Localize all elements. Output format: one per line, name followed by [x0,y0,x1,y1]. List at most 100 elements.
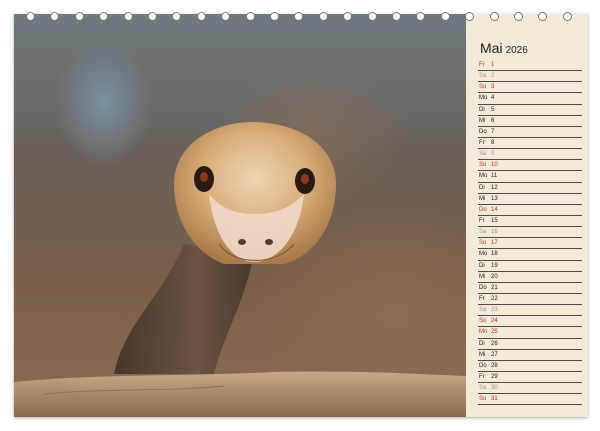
day-number: 27 [491,351,498,358]
weekday-label: Mo [479,329,488,336]
calendar-sidebar: Mai 2026 Fr 1 Sa 2 So 3 Mo 4 Di 5 Mi 6 Do 7 Fr 8 Sa 9 So 10 M… [466,14,588,417]
binding-ring [74,12,84,21]
day-row: Do 14 [478,205,582,216]
day-row: Do 28 [478,361,582,372]
weekday-label: Mi [479,273,486,280]
day-number: 19 [491,262,498,269]
day-row: Mi 27 [478,350,582,361]
weekday-label: Do [479,284,487,291]
snake-photo [14,14,466,417]
weekday-label: Fr [479,62,485,68]
weekday-label: Fr [479,139,485,146]
day-row: Mi 6 [478,116,582,127]
binding-ring [440,12,450,21]
day-number: 9 [491,151,495,158]
weekday-label: Mi [479,195,486,202]
binding-ring [562,12,572,21]
day-number: 28 [491,362,498,369]
weekday-label: Sa [479,307,487,314]
binding-ring [148,12,157,21]
weekday-label: Di [479,340,485,347]
weekday-label: Mo [479,95,488,102]
weekday-label: Di [479,106,485,113]
weekday-label: Di [479,262,485,269]
binding-ring [123,12,133,21]
day-number: 25 [491,329,498,336]
day-row: So 31 [478,394,582,406]
day-number: 6 [491,117,495,124]
day-row: So 24 [478,316,582,328]
binding-ring [270,12,279,21]
binding-ring [245,12,255,21]
day-row: Sa 23 [478,305,582,317]
day-row: Mo 4 [478,93,582,105]
day-row: So 10 [478,160,582,172]
day-row: Fr 22 [478,294,582,306]
weekday-label: Do [479,128,487,135]
day-number: 8 [491,139,495,146]
weekday-label: Do [479,362,487,369]
day-row: Sa 2 [478,71,582,83]
day-row: Mo 11 [478,171,582,183]
weekday-label: Mi [479,351,486,358]
weekday-label: Sa [479,385,487,392]
day-row: Sa 9 [478,149,582,161]
weekday-label: Sa [479,229,487,236]
day-number: 2 [491,73,495,80]
day-number: 5 [491,106,495,113]
day-number: 24 [491,318,498,325]
day-number: 10 [491,162,498,169]
weekday-label: Fr [479,217,485,224]
day-row: Mi 13 [478,194,582,205]
weekday-label: So [479,240,487,247]
day-number: 11 [491,173,498,180]
day-number: 7 [491,128,495,135]
day-list: Fr 1 Sa 2 So 3 Mo 4 Di 5 Mi 6 Do 7 Fr 8 Sa 9 So 10 Mo 11 Di 12 M… [478,60,582,406]
day-row: Sa 30 [478,383,582,395]
weekday-label: So [479,396,487,403]
day-row: So 3 [478,82,582,94]
weekday-label: Fr [479,373,485,380]
day-number: 23 [491,307,498,314]
day-row: Di 26 [478,339,582,350]
day-row: Di 12 [478,183,582,194]
weekday-label: Mo [479,251,488,258]
day-number: 21 [491,284,498,291]
weekday-label: Do [479,206,487,213]
binding-ring [514,12,523,21]
day-row: Fr 1 [478,60,582,72]
binding-ring [318,12,328,21]
snake-illustration [14,122,466,417]
calendar-page: Mai 2026 Fr 1 Sa 2 So 3 Mo 4 Di 5 Mi 6 Do 7 Fr 8 Sa 9 So 10 M… [14,14,588,417]
day-row: Fr 29 [478,372,582,384]
day-number: 22 [491,295,498,302]
day-row: Do 7 [478,127,582,138]
day-number: 15 [491,217,498,224]
day-number: 29 [491,373,498,380]
month-name: Mai [480,40,503,56]
day-row: Mo 25 [478,327,582,339]
weekday-label: So [479,162,487,169]
day-row: Do 21 [478,283,582,294]
day-number: 16 [491,229,498,236]
binding-ring [26,12,35,21]
day-row: Mo 18 [478,249,582,261]
day-row: Sa 16 [478,227,582,239]
day-number: 13 [491,195,498,202]
day-number: 20 [491,273,498,280]
day-row: Di 19 [478,261,582,272]
day-number: 26 [491,340,498,347]
day-row: Di 5 [478,105,582,116]
day-number: 12 [491,184,498,191]
day-number: 17 [491,240,498,247]
day-row: Fr 15 [478,216,582,228]
day-row: Mi 20 [478,272,582,283]
month-heading: Mai 2026 [480,40,528,56]
binding-ring [489,12,499,21]
day-number: 14 [491,206,498,213]
weekday-label: Di [479,184,485,191]
binding-ring [392,12,401,21]
weekday-label: Sa [479,151,487,158]
weekday-label: So [479,84,487,91]
year-label: 2026 [505,45,528,56]
